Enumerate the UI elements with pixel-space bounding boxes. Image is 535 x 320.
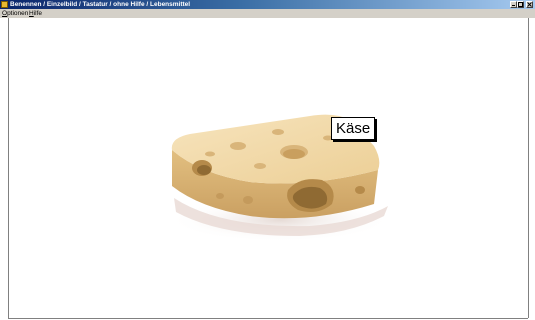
menu-optionen[interactable]: Optionen [2,9,28,18]
maximize-button[interactable] [517,1,524,8]
close-button[interactable] [526,1,533,8]
window-title: Benennen / Einzelbild / Tastatur / ohne … [10,1,191,8]
menu-optionen-label: ptionen [7,10,29,17]
menu-hilfe[interactable]: Hilfe [29,9,42,18]
client-bottom-border [8,318,528,319]
menu-hilfe-label: ilfe [33,10,43,17]
app-window: Benennen / Einzelbild / Tastatur / ohne … [0,0,535,320]
app-icon[interactable] [1,1,8,8]
word-label: Käse [331,117,376,140]
title-bar[interactable]: Benennen / Einzelbild / Tastatur / ohne … [0,0,535,9]
menu-bar: Optionen Hilfe [0,9,535,18]
minimize-button[interactable] [510,1,517,8]
